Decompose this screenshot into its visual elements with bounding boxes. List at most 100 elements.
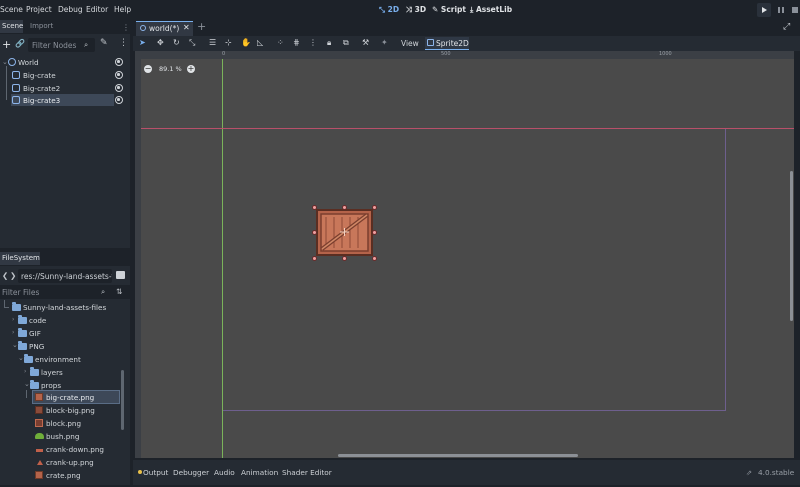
file-scrollbar[interactable] bbox=[121, 370, 124, 430]
selection-handle[interactable] bbox=[312, 205, 317, 210]
menu-project[interactable]: Project bbox=[26, 5, 52, 14]
new-scene-tab-icon[interactable]: + bbox=[197, 20, 206, 33]
workspace-2d[interactable]: ⤡ 2D bbox=[379, 5, 399, 15]
file-item-crank-up[interactable]: crank-up.png bbox=[0, 456, 122, 468]
collapse-arrow-icon[interactable]: ⌄ bbox=[12, 341, 18, 349]
tree-node-big-crate[interactable]: Big-crate bbox=[0, 69, 127, 81]
snap-options-icon[interactable]: ⋮ bbox=[309, 38, 317, 47]
tree-node-big-crate3[interactable]: Big-crate3 bbox=[11, 94, 114, 106]
play-button[interactable] bbox=[757, 3, 771, 17]
collapse-arrow-icon[interactable]: ⌄ bbox=[24, 380, 30, 388]
file-item-props[interactable]: ⌄ props bbox=[0, 379, 122, 391]
zoom-out-button[interactable]: − bbox=[144, 65, 152, 73]
expand-arrow-icon[interactable]: › bbox=[12, 329, 14, 336]
file-item-png[interactable]: ⌄ PNG bbox=[0, 340, 122, 352]
selection-handle[interactable] bbox=[342, 205, 347, 210]
tab-world-scene[interactable]: world(*) ✕ bbox=[136, 21, 193, 36]
selection-handle[interactable] bbox=[312, 256, 317, 261]
ruler-label: 1000 bbox=[659, 51, 672, 57]
tree-node-world[interactable]: ⌄ World bbox=[0, 56, 127, 68]
path-field[interactable]: res://Sunny-land-assets-file bbox=[18, 269, 112, 283]
file-item-code[interactable]: › code bbox=[0, 314, 122, 326]
back-icon[interactable]: ❮ bbox=[2, 271, 8, 280]
selection-handle[interactable] bbox=[372, 230, 377, 235]
file-item-block-big[interactable]: block-big.png bbox=[0, 404, 122, 416]
selection-handle[interactable] bbox=[342, 256, 347, 261]
tab-scene[interactable]: Scene bbox=[0, 20, 23, 33]
visibility-eye-icon[interactable] bbox=[115, 71, 123, 79]
add-node-icon[interactable]: + bbox=[2, 38, 11, 51]
scene-menu-icon[interactable]: ⋮ bbox=[119, 38, 128, 48]
output-tab-button[interactable]: Output bbox=[143, 468, 168, 477]
file-item-block[interactable]: block.png bbox=[0, 417, 122, 429]
debugger-tab-button[interactable]: Debugger bbox=[173, 468, 209, 477]
split-mode-icon[interactable] bbox=[116, 271, 125, 279]
workspace-assetlib[interactable]: ⤓ AssetLib bbox=[470, 5, 512, 15]
tab-filesystem[interactable]: FileSystem bbox=[0, 252, 40, 265]
link-icon[interactable]: 🔗 bbox=[15, 39, 25, 48]
horizontal-scrollbar[interactable] bbox=[338, 454, 578, 457]
grid-snap-icon[interactable]: ⋕ bbox=[293, 38, 300, 47]
sprite2d-menu-button[interactable]: Sprite2D bbox=[425, 37, 469, 50]
menu-help[interactable]: Help bbox=[114, 5, 131, 14]
canvas-viewport[interactable]: 0 500 1000 − 89.1 % + bbox=[135, 51, 794, 458]
file-item-environment[interactable]: ⌄ environment bbox=[0, 353, 122, 365]
pivot-tool-icon[interactable]: ⊹ bbox=[225, 38, 232, 47]
list-select-icon[interactable]: ☰ bbox=[209, 38, 216, 47]
rotate-tool-icon[interactable]: ↻ bbox=[173, 38, 180, 47]
stop-button[interactable] bbox=[790, 3, 800, 17]
file-item-big-crate[interactable]: big-crate.png bbox=[32, 390, 120, 404]
file-item-layers[interactable]: › layers bbox=[0, 366, 122, 378]
animation-tab-button[interactable]: Animation bbox=[241, 468, 278, 477]
select-tool-icon[interactable]: ➤ bbox=[139, 38, 146, 47]
zoom-level[interactable]: 89.1 % bbox=[159, 65, 182, 73]
pan-tool-icon[interactable]: ✋ bbox=[241, 38, 251, 47]
menu-editor[interactable]: Editor bbox=[86, 5, 108, 14]
visibility-eye-icon[interactable] bbox=[115, 96, 123, 104]
move-tool-icon[interactable]: ✥ bbox=[157, 38, 164, 47]
distraction-free-icon[interactable]: ⤢ bbox=[783, 22, 790, 32]
filter-nodes-input[interactable]: Filter Nodes ⌕ bbox=[28, 38, 95, 52]
zoom-in-button[interactable]: + bbox=[187, 65, 195, 73]
file-item-sunny-land[interactable]: Sunny-land-assets-files bbox=[0, 301, 122, 313]
tree-node-big-crate2[interactable]: Big-crate2 bbox=[0, 82, 127, 94]
shader-editor-tab-button[interactable]: Shader Editor bbox=[282, 468, 332, 477]
expand-arrow-icon[interactable]: › bbox=[24, 368, 26, 375]
close-icon[interactable]: ✕ bbox=[183, 23, 190, 32]
big-crate3-sprite[interactable] bbox=[316, 209, 373, 256]
selection-handle[interactable] bbox=[372, 205, 377, 210]
file-item-crate[interactable]: crate.png bbox=[0, 469, 122, 481]
file-item-bush[interactable]: bush.png bbox=[0, 430, 122, 442]
pause-button[interactable] bbox=[775, 3, 787, 17]
forward-icon[interactable]: ❯ bbox=[10, 271, 16, 280]
filter-files-input[interactable]: Filter Files ⌕ ⇅ bbox=[0, 285, 130, 299]
scale-tool-icon[interactable]: ⤡ bbox=[189, 38, 195, 48]
workspace-script[interactable]: ✎ Script bbox=[432, 5, 466, 14]
group-icon[interactable]: ⧉ bbox=[343, 38, 349, 48]
collapse-arrow-icon[interactable]: ⌄ bbox=[2, 58, 8, 66]
menu-debug[interactable]: Debug bbox=[58, 5, 83, 14]
lock-icon[interactable]: 🔒︎ bbox=[327, 38, 331, 48]
sort-icon[interactable]: ⇅ bbox=[116, 287, 122, 296]
view-menu-button[interactable]: View bbox=[401, 39, 419, 48]
file-item-crank-down[interactable]: crank-down.png bbox=[0, 443, 122, 455]
dock-menu-icon[interactable]: ⋮ bbox=[122, 23, 130, 32]
audio-tab-button[interactable]: Audio bbox=[214, 468, 235, 477]
visibility-eye-icon[interactable] bbox=[115, 84, 123, 92]
tab-import[interactable]: Import bbox=[28, 20, 55, 33]
script-attach-icon[interactable]: ✎ bbox=[100, 38, 108, 48]
menu-scene[interactable]: Scene bbox=[0, 5, 23, 14]
ruler-tool-icon[interactable]: ◺ bbox=[257, 38, 263, 47]
skeleton-icon[interactable]: ✦ bbox=[381, 38, 388, 47]
visibility-eye-icon[interactable] bbox=[115, 58, 123, 66]
collapse-arrow-icon[interactable]: ⌄ bbox=[18, 354, 24, 362]
vertical-scrollbar[interactable] bbox=[790, 171, 793, 321]
selection-handle[interactable] bbox=[372, 256, 377, 261]
selection-handle[interactable] bbox=[312, 230, 317, 235]
bone-icon[interactable]: ⚒ bbox=[362, 38, 369, 47]
workspace-3d[interactable]: ⤨ 3D bbox=[406, 5, 426, 15]
dock-splitter[interactable] bbox=[130, 20, 133, 485]
file-item-gif[interactable]: › GIF bbox=[0, 327, 122, 339]
expand-arrow-icon[interactable]: › bbox=[12, 316, 14, 323]
smart-snap-icon[interactable]: ⁘ bbox=[277, 38, 284, 47]
